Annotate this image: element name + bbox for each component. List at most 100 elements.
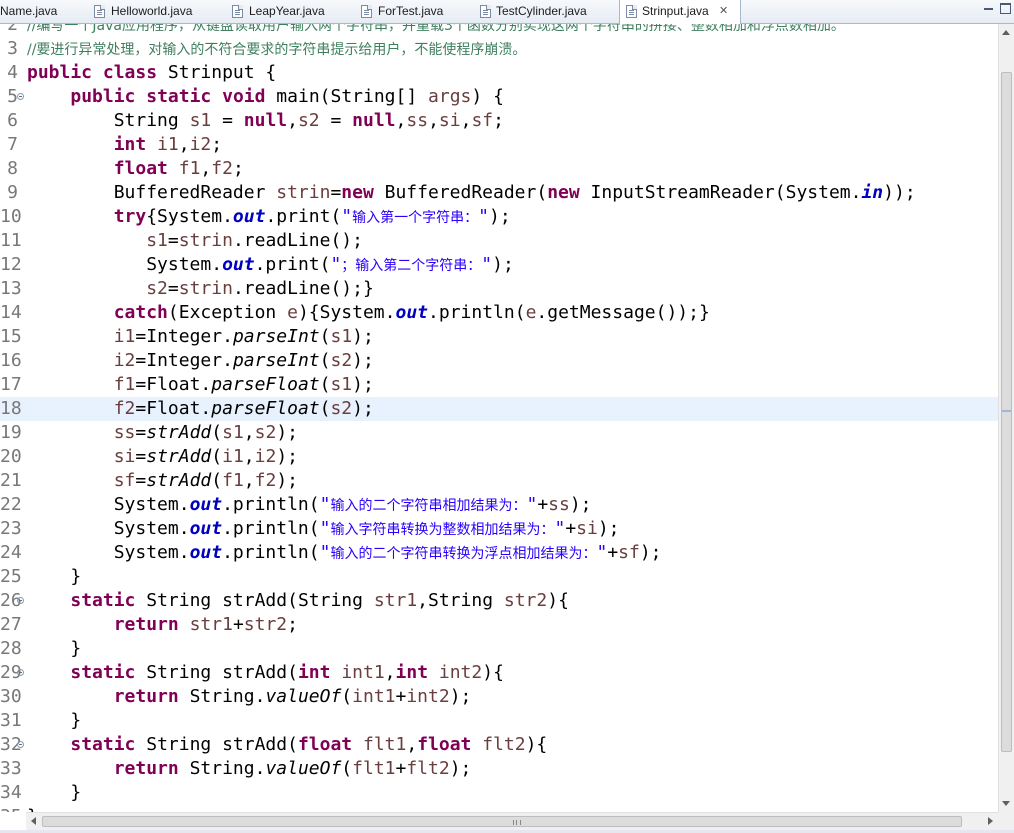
code-line[interactable]: 34 } xyxy=(0,781,998,805)
code-token: str2 xyxy=(243,614,288,635)
code-line[interactable]: 9 BufferedReader strin=new BufferedReade… xyxy=(0,181,998,205)
code-token: parseInt xyxy=(232,326,320,347)
code-line[interactable]: 28 } xyxy=(0,637,998,661)
maximize-icon[interactable] xyxy=(999,0,1013,18)
code-line[interactable]: 4 public class Strinput { xyxy=(0,61,998,85)
code-line[interactable]: 12 System.out.print("；输入第二个字符串："); xyxy=(0,253,998,277)
code-line[interactable]: 8 float f1,f2; xyxy=(0,157,998,181)
code-line[interactable]: 25 } xyxy=(0,565,998,589)
tab-helloworld-java[interactable]: Helloworld.java xyxy=(88,0,218,23)
code-line[interactable]: 2 //编写一个Java应用程序，从键盘读取用户输入两个字符串，并重载3个函数分别… xyxy=(0,24,998,37)
tab-leapyear-java[interactable]: LeapYear.java xyxy=(226,0,346,23)
code-line[interactable]: 21 sf=strAdd(f1,f2); xyxy=(0,469,998,493)
tab-strinput-java[interactable]: Strinput.java ✕ xyxy=(619,0,741,24)
code-line[interactable]: 11 s1=strin.readLine(); xyxy=(0,229,998,253)
code-token: =Float. xyxy=(135,374,212,395)
code-line[interactable]: 17 f1=Float.parseFloat(s1); xyxy=(0,373,998,397)
code-line[interactable]: 33 return String.valueOf(flt1+flt2); xyxy=(0,757,998,781)
code-token: ( xyxy=(341,686,353,707)
code-token: .println( xyxy=(222,494,320,515)
code-editor[interactable]: 2 //编写一个Java应用程序，从键盘读取用户输入两个字符串，并重载3个函数分别… xyxy=(0,24,998,812)
fold-toggle-icon[interactable] xyxy=(17,741,24,748)
code-token: ); xyxy=(352,350,374,371)
scroll-down-arrow-icon[interactable] xyxy=(1002,801,1010,806)
code-token: System. xyxy=(27,518,190,539)
horizontal-scrollbar[interactable] xyxy=(26,812,998,830)
code-token: " xyxy=(478,206,489,227)
code-line[interactable]: 23 System.out.println("输入字符串转换为整数相加结果为："… xyxy=(0,517,998,541)
vertical-scrollbar[interactable] xyxy=(998,24,1014,812)
code-line[interactable]: 7 int i1,i2; xyxy=(0,133,998,157)
code-line[interactable]: 10 try{System.out.print("输入第一个字符串："); xyxy=(0,205,998,229)
code-line[interactable]: 16 i2=Integer.parseInt(s2); xyxy=(0,349,998,373)
code-text: BufferedReader strin=new BufferedReader(… xyxy=(27,181,916,205)
line-number: 23 xyxy=(0,518,22,539)
code-line[interactable]: 18 f2=Float.parseFloat(s2); xyxy=(0,397,998,421)
code-line[interactable]: 30 return String.valueOf(int1+int2); xyxy=(0,685,998,709)
code-text: i1=Integer.parseInt(s1); xyxy=(27,325,374,349)
code-text: //编写一个Java应用程序，从键盘读取用户输入两个字符串，并重载3个函数分别实… xyxy=(27,24,845,38)
line-number: 14 xyxy=(0,302,22,323)
code-token: i2 xyxy=(113,350,136,371)
code-token: , xyxy=(243,470,255,491)
code-token: , xyxy=(406,734,418,755)
code-line[interactable]: 13 s2=strin.readLine();} xyxy=(0,277,998,301)
line-number: 5 xyxy=(7,86,18,107)
code-token: s1 xyxy=(330,374,353,395)
code-token: strin xyxy=(178,230,233,251)
code-line[interactable]: 19 ss=strAdd(s1,s2); xyxy=(0,421,998,445)
code-text: static String strAdd(float flt1,float fl… xyxy=(27,733,547,757)
scroll-left-arrow-icon[interactable] xyxy=(31,817,36,825)
fold-toggle-icon[interactable] xyxy=(17,669,24,676)
code-line[interactable]: 22 System.out.println("输入的二个字符串相加结果为："+s… xyxy=(0,493,998,517)
code-token: )); xyxy=(883,182,916,203)
code-token: " xyxy=(596,542,608,563)
code-line[interactable]: 35} xyxy=(0,805,998,812)
code-line[interactable]: 32 static String strAdd(float flt1,float… xyxy=(0,733,998,757)
line-number: 11 xyxy=(0,230,22,251)
code-line[interactable]: 26 static String strAdd(String str1,Stri… xyxy=(0,589,998,613)
fold-toggle-icon[interactable] xyxy=(17,93,24,100)
code-token: float xyxy=(297,734,353,755)
code-token: ); xyxy=(639,542,662,563)
minimize-icon[interactable] xyxy=(982,0,996,18)
tab-testcylinder-java[interactable]: TestCylinder.java xyxy=(474,0,609,23)
scroll-up-arrow-icon[interactable] xyxy=(1002,30,1010,35)
code-line[interactable]: 3 //要进行异常处理，对输入的不符合要求的字符串提示给用户，不能使程序崩溃。 xyxy=(0,37,998,61)
code-token: .getMessage());} xyxy=(536,302,710,323)
code-line[interactable]: 27 return str1+str2; xyxy=(0,613,998,637)
code-token: s1 xyxy=(189,110,212,131)
code-line[interactable]: 29 static String strAdd(int int1,int int… xyxy=(0,661,998,685)
scroll-right-arrow-icon[interactable] xyxy=(988,817,993,825)
code-token: " xyxy=(554,518,566,539)
fold-toggle-icon[interactable] xyxy=(17,597,24,604)
horizontal-scroll-thumb[interactable] xyxy=(42,816,962,827)
line-number: 28 xyxy=(0,638,22,659)
code-token: sf xyxy=(113,470,136,491)
line-number: 35 xyxy=(0,805,22,812)
code-line[interactable]: 6 String s1 = null,s2 = null,ss,si,sf; xyxy=(0,109,998,133)
tab-name-java[interactable]: Name.java xyxy=(0,0,68,23)
close-tab-icon[interactable]: ✕ xyxy=(719,0,728,23)
code-token: sf xyxy=(618,542,640,563)
code-token: out xyxy=(232,206,266,227)
code-line[interactable]: 14 catch(Exception e){System.out.println… xyxy=(0,301,998,325)
line-number: 29 xyxy=(0,662,22,683)
code-token: ){System. xyxy=(297,302,396,323)
vertical-scroll-thumb[interactable] xyxy=(1001,72,1012,752)
code-line[interactable]: 20 si=strAdd(i1,i2); xyxy=(0,445,998,469)
code-token: si xyxy=(113,446,136,467)
tab-fortest-java[interactable]: ForTest.java xyxy=(356,0,466,23)
code-token: out xyxy=(189,542,223,563)
code-token: ( xyxy=(319,374,331,395)
code-line[interactable]: 31 } xyxy=(0,709,998,733)
code-token: String strAdd(String xyxy=(135,590,374,611)
code-line[interactable]: 24 System.out.println("输入的二个字符串转换为浮点相加结果… xyxy=(0,541,998,565)
code-text: return str1+str2; xyxy=(27,613,298,637)
code-line[interactable]: 15 i1=Integer.parseInt(s1); xyxy=(0,325,998,349)
code-line[interactable]: 5 public static void main(String[] args)… xyxy=(0,85,998,109)
